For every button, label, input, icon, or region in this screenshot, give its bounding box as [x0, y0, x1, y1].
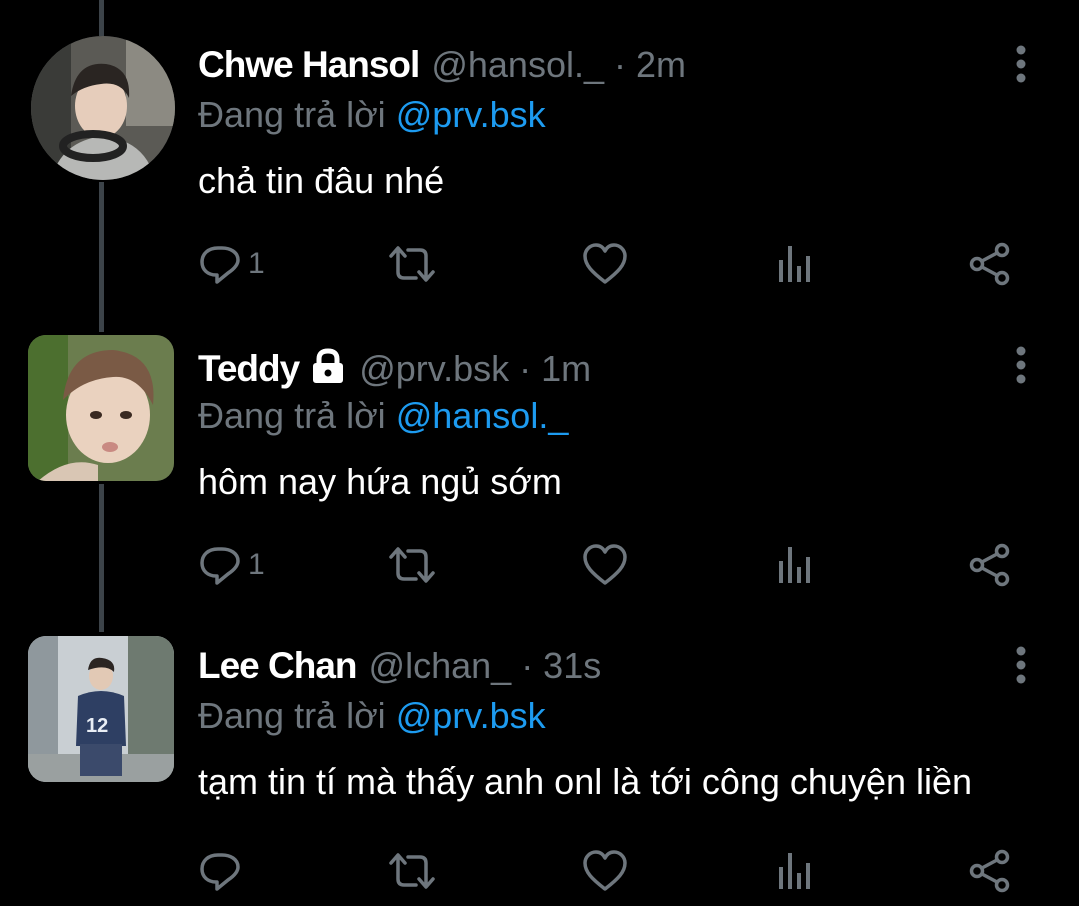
reply-mention[interactable]: @prv.bsk [396, 695, 546, 736]
avatar-lee-chan[interactable]: 12 [28, 636, 174, 782]
user-handle[interactable]: @lchan_ [369, 645, 512, 687]
like-icon [583, 243, 627, 284]
analytics-button[interactable] [776, 535, 816, 595]
share-button[interactable] [968, 234, 1012, 294]
reply-mention[interactable]: @prv.bsk [396, 94, 546, 135]
replying-to: Đang trả lời @prv.bsk [198, 695, 546, 737]
user-handle[interactable]: @prv.bsk [359, 348, 509, 390]
like-button[interactable] [582, 234, 628, 294]
action-bar: 1 [198, 535, 1028, 595]
share-icon [969, 242, 1010, 286]
share-icon [969, 849, 1010, 893]
timestamp: · 2m [613, 44, 686, 85]
more-options-icon[interactable] [1008, 645, 1034, 693]
share-button[interactable] [968, 535, 1012, 595]
lock-icon [309, 348, 347, 389]
tweet-header: Chwe Hansol @hansol._ · 2m [198, 44, 686, 94]
reply-count: 1 [248, 548, 265, 581]
avatar-teddy[interactable] [28, 335, 174, 481]
retweet-icon [389, 246, 435, 282]
reply-button[interactable]: 1 [198, 535, 265, 595]
reply-icon [200, 246, 240, 284]
action-bar [198, 841, 1028, 901]
display-name[interactable]: Chwe Hansol [198, 44, 420, 86]
replying-to-label: Đang trả lời [198, 395, 396, 436]
replying-to: Đang trả lời @hansol._ [198, 395, 568, 437]
timestamp: · 31s [521, 645, 602, 686]
like-button[interactable] [582, 535, 628, 595]
analytics-icon [779, 547, 810, 583]
svg-text:12: 12 [86, 715, 108, 737]
retweet-icon [389, 853, 435, 889]
retweet-button[interactable] [386, 234, 438, 294]
more-options-icon[interactable] [1008, 345, 1034, 393]
action-bar: 1 [198, 234, 1028, 294]
replying-to-label: Đang trả lời [198, 695, 396, 736]
tweet-text: tạm tin tí mà thấy anh onl là tới công c… [198, 761, 973, 802]
reply-icon [200, 547, 240, 585]
retweet-button[interactable] [386, 841, 438, 901]
analytics-icon [779, 853, 810, 889]
retweet-icon [389, 547, 435, 583]
replying-to: Đang trả lời @prv.bsk [198, 94, 546, 136]
display-name[interactable]: Lee Chan [198, 645, 358, 687]
timestamp: · 1m [519, 348, 592, 389]
reply-icon [200, 853, 240, 891]
analytics-button[interactable] [776, 234, 816, 294]
tweet-text: hôm nay hứa ngủ sớm [198, 461, 562, 502]
reply-button[interactable] [198, 841, 248, 901]
tweet-header: Teddy @prv.bsk · 1m [198, 345, 591, 395]
tweet-hansol[interactable]: Chwe Hansol @hansol._ · 2m Đang trả lời … [0, 36, 1079, 294]
replying-to-label: Đang trả lời [198, 94, 396, 135]
user-handle[interactable]: @hansol._ [431, 44, 604, 86]
like-icon [583, 544, 627, 585]
reply-mention[interactable]: @hansol._ [396, 395, 569, 436]
tweet-teddy[interactable]: Teddy @prv.bsk · 1m Đang trả lời @hansol… [0, 335, 1079, 595]
analytics-button[interactable] [776, 841, 816, 901]
like-button[interactable] [582, 841, 628, 901]
more-options-icon[interactable] [1008, 44, 1034, 92]
reply-button[interactable]: 1 [198, 234, 265, 294]
like-icon [583, 850, 627, 891]
tweet-header: Lee Chan @lchan_ · 31s [198, 645, 601, 695]
tweet-text: chả tin đâu nhé [198, 160, 445, 201]
avatar-hansol[interactable] [31, 36, 175, 180]
display-name[interactable]: Teddy [198, 348, 300, 390]
thread-line-top [99, 0, 104, 36]
retweet-button[interactable] [386, 535, 438, 595]
share-button[interactable] [968, 841, 1012, 901]
tweet-lee-chan[interactable]: 12 Lee Chan @lchan_ · 31s Đang trả lời @… [0, 636, 1079, 905]
share-icon [969, 543, 1010, 587]
reply-count: 1 [248, 247, 265, 280]
analytics-icon [779, 246, 810, 282]
